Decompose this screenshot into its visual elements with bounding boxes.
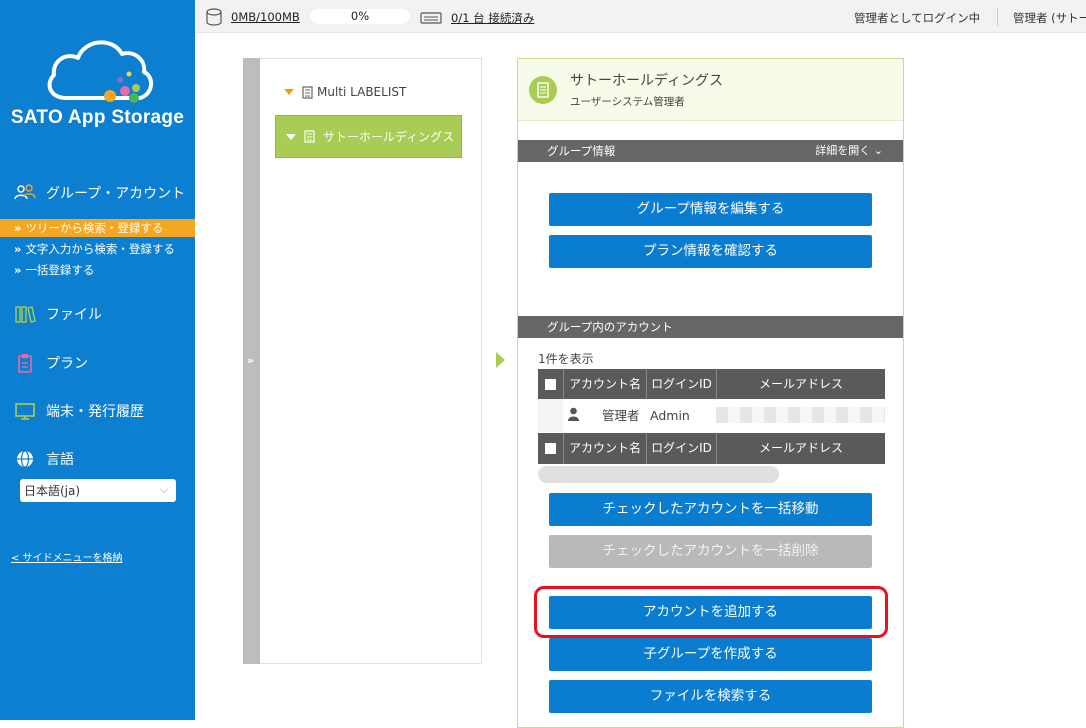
bulk-move-button[interactable]: チェックしたアカウントを一括移動 bbox=[549, 493, 872, 526]
expand-triangle-icon bbox=[286, 133, 296, 140]
nav-file-label: ファイル bbox=[46, 307, 102, 323]
detail-header: サトーホールディングス ユーザーシステム管理者 bbox=[518, 59, 903, 121]
search-files-button[interactable]: ファイルを検索する bbox=[549, 680, 872, 713]
create-subgroup-button[interactable]: 子グループを作成する bbox=[549, 638, 872, 671]
result-count: 1件を表示 bbox=[538, 352, 594, 366]
page-title: サトーホールディングス bbox=[570, 73, 724, 89]
expand-triangle-icon bbox=[284, 89, 294, 95]
books-icon bbox=[15, 306, 36, 323]
printer-icon bbox=[420, 12, 442, 24]
devices-link[interactable]: 0/1 台 接続済み bbox=[451, 10, 534, 26]
top-bar: 0MB/100MB 0% 0/1 台 接続済み 管理者としてログイン中 管理者 … bbox=[195, 0, 1086, 33]
view-plan-button[interactable]: プラン情報を確認する bbox=[549, 235, 872, 268]
bulk-delete-button[interactable]: チェックしたアカウントを一括削除 bbox=[549, 535, 872, 568]
globe-icon bbox=[17, 450, 33, 468]
nav-group-account-label: グループ・アカウント bbox=[46, 186, 186, 202]
select-all-checkbox[interactable] bbox=[545, 443, 556, 454]
column-header[interactable]: ログインID bbox=[646, 433, 716, 464]
table-header: アカウント名 ログインID メールアドレス bbox=[538, 369, 885, 400]
row-checkbox-cell[interactable] bbox=[538, 399, 563, 432]
table-footer: アカウント名 ログインID メールアドレス bbox=[538, 433, 885, 464]
section-title: グループ内のアカウント bbox=[547, 320, 673, 334]
storage-quota-bar: 0% bbox=[310, 9, 410, 24]
column-header[interactable]: アカウント名 bbox=[563, 369, 646, 400]
login-id: Admin bbox=[650, 408, 690, 423]
account-name: 管理者 bbox=[602, 408, 640, 423]
nav-plan[interactable]: プラン bbox=[14, 353, 88, 373]
clipboard-icon bbox=[18, 354, 32, 373]
building-badge-icon bbox=[529, 76, 557, 104]
tree-node-label: Multi LABELIST bbox=[317, 85, 407, 99]
login-status: 管理者としてログイン中 bbox=[854, 11, 981, 25]
sidebar-item-label: 文字入力から検索・登録する bbox=[25, 242, 175, 256]
nav-file[interactable]: ファイル bbox=[14, 304, 102, 324]
column-header[interactable]: ログインID bbox=[646, 369, 716, 400]
monitor-icon bbox=[15, 403, 35, 420]
table-row[interactable]: 管理者 Admin bbox=[538, 399, 885, 432]
building-icon bbox=[302, 85, 313, 99]
tree-panel-handle[interactable]: » bbox=[243, 58, 260, 664]
divider bbox=[997, 8, 998, 26]
group-info-header: グループ情報 詳細を開く ⌄ bbox=[518, 140, 903, 162]
nav-terminal-label: 端末・発行履歴 bbox=[46, 404, 144, 420]
nav-group-account[interactable]: グループ・アカウント bbox=[14, 183, 185, 203]
tree-panel: Multi LABELIST サトーホールディングス bbox=[260, 58, 482, 664]
collapse-menu-link[interactable]: < サイドメニューを格納 bbox=[11, 549, 123, 564]
tree-node-root[interactable]: Multi LABELIST bbox=[284, 85, 406, 99]
pointer-arrow-icon bbox=[496, 352, 505, 368]
database-icon bbox=[206, 8, 222, 26]
highlight-annotation bbox=[534, 586, 888, 638]
email-redacted bbox=[716, 407, 885, 423]
column-header[interactable]: アカウント名 bbox=[563, 433, 646, 464]
users-icon bbox=[14, 184, 36, 200]
chevron-right-icon: » bbox=[14, 263, 22, 277]
chevron-right-icon: » bbox=[14, 221, 22, 235]
sidebar-item-label: ツリーから検索・登録する bbox=[25, 221, 164, 235]
chevron-right-icon: » bbox=[14, 242, 22, 256]
nav-language: 言語 bbox=[14, 449, 74, 469]
horizontal-scrollbar[interactable] bbox=[538, 466, 779, 483]
page-subtitle: ユーザーシステム管理者 bbox=[570, 96, 685, 108]
accounts-header: グループ内のアカウント bbox=[518, 316, 903, 338]
nav-language-label: 言語 bbox=[46, 452, 74, 468]
sidebar-item-bulk-register[interactable]: » 一括登録する bbox=[0, 261, 195, 279]
brand-name: SATO App Storage bbox=[10, 107, 185, 128]
sidebar-item-label: 一括登録する bbox=[25, 263, 95, 277]
details-toggle[interactable]: 詳細を開く ⌄ bbox=[815, 140, 883, 162]
sidebar-item-text-search[interactable]: » 文字入力から検索・登録する bbox=[0, 240, 195, 258]
expand-arrow-icon: » bbox=[247, 354, 255, 367]
column-header[interactable]: メールアドレス bbox=[716, 369, 885, 400]
select-all-checkbox[interactable] bbox=[545, 379, 556, 390]
column-header[interactable]: メールアドレス bbox=[716, 433, 885, 464]
language-select[interactable]: 日本語(ja) ⌵ bbox=[20, 479, 176, 502]
building-icon bbox=[304, 130, 315, 143]
nav-terminal[interactable]: 端末・発行履歴 bbox=[14, 401, 144, 421]
storage-usage-link[interactable]: 0MB/100MB bbox=[231, 10, 300, 24]
person-icon bbox=[568, 407, 579, 421]
user-menu[interactable]: 管理者 (サトー bbox=[1013, 10, 1086, 26]
chevron-down-icon: ⌵ bbox=[159, 483, 168, 496]
tree-node-selected[interactable]: サトーホールディングス bbox=[275, 115, 462, 158]
edit-group-button[interactable]: グループ情報を編集する bbox=[549, 193, 872, 226]
language-select-value: 日本語(ja) bbox=[24, 484, 81, 498]
tree-node-label: サトーホールディングス bbox=[323, 130, 455, 144]
storage-quota-percent: 0% bbox=[350, 9, 370, 23]
nav-plan-label: プラン bbox=[46, 356, 88, 372]
sidebar: SATO App Storage グループ・アカウント » ツリーから検索・登録… bbox=[0, 0, 195, 720]
section-title: グループ情報 bbox=[547, 144, 616, 158]
sidebar-item-tree-search[interactable]: » ツリーから検索・登録する bbox=[0, 219, 195, 237]
